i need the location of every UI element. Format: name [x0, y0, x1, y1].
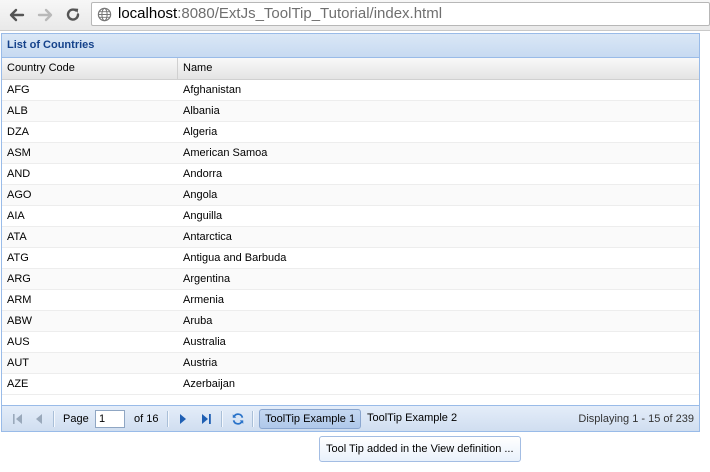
page-label: Page [63, 413, 89, 425]
url-path: :8080/ExtJs_ToolTip_Tutorial/index.html [177, 5, 443, 22]
url-text: localhost:8080/ExtJs_ToolTip_Tutorial/in… [118, 5, 442, 23]
tooltip-example-1-button[interactable]: ToolTip Example 1 [259, 409, 362, 429]
grid-body: AFG Afghanistan ALB Albania DZA Algeria ASM Ame… [2, 80, 699, 395]
first-page-icon[interactable] [10, 412, 26, 426]
cell-country-name: American Samoa [183, 147, 268, 159]
cell-country-name: Austria [183, 357, 218, 369]
cell-country-code: ALB [7, 105, 28, 117]
address-bar[interactable]: localhost:8080/ExtJs_ToolTip_Tutorial/in… [91, 2, 710, 26]
toolbar-separator [53, 411, 55, 427]
displaying-count: Displaying 1 - 15 of 239 [578, 413, 694, 425]
table-row[interactable]: AIA Anguilla [2, 206, 699, 227]
table-row[interactable]: ATA Antarctica [2, 227, 699, 248]
reload-button[interactable] [62, 4, 84, 26]
paging-toolbar: Page of 16 ToolTip Example 1 ToolTip Exa… [2, 405, 699, 431]
cell-country-name: Azerbaijan [183, 378, 235, 390]
globe-icon [97, 7, 112, 22]
cell-country-name: Anguilla [183, 210, 223, 222]
grid-column-headers: Country Code Name [2, 58, 699, 80]
table-row[interactable]: AGO Angola [2, 185, 699, 206]
forward-button[interactable] [34, 4, 56, 26]
cell-country-name: Antarctica [183, 231, 232, 243]
cell-country-name: Albania [183, 105, 220, 117]
table-row[interactable]: ALB Albania [2, 101, 699, 122]
cell-country-name: Angola [183, 189, 218, 201]
cell-country-code: AGO [7, 189, 32, 201]
cell-country-code: AUS [7, 336, 30, 348]
toolbar-separator [221, 411, 223, 427]
next-page-icon[interactable] [175, 412, 191, 426]
cell-country-code: DZA [7, 126, 29, 138]
cell-country-name: Aruba [183, 315, 213, 327]
back-button[interactable] [6, 4, 28, 26]
table-row[interactable]: DZA Algeria [2, 122, 699, 143]
table-row[interactable]: ARM Armenia [2, 290, 699, 311]
reload-icon [66, 8, 80, 21]
page-number-input[interactable] [95, 410, 125, 428]
table-row[interactable]: AUT Austria [2, 353, 699, 374]
cell-country-code: ASM [7, 147, 31, 159]
panel-header: List of Countries [2, 34, 699, 58]
toolbar-separator [167, 411, 169, 427]
table-row[interactable]: ARG Argentina [2, 269, 699, 290]
table-row[interactable]: AZE Azerbaijan [2, 374, 699, 395]
cell-country-code: AZE [7, 378, 29, 390]
url-host: localhost [118, 5, 178, 22]
column-header-name[interactable]: Name [178, 58, 699, 79]
table-row[interactable]: ATG Antigua and Barbuda [2, 248, 699, 269]
cell-country-code: ARM [7, 294, 32, 306]
forward-arrow-icon [37, 8, 53, 22]
browser-toolbar: localhost:8080/ExtJs_ToolTip_Tutorial/in… [0, 0, 710, 31]
cell-country-name: Antigua and Barbuda [183, 252, 287, 264]
page-count-label: of 16 [134, 413, 159, 425]
cell-country-code: ABW [7, 315, 33, 327]
toolbar-separator [252, 411, 254, 427]
back-arrow-icon [9, 8, 25, 22]
cell-country-code: ARG [7, 273, 31, 285]
cell-country-name: Armenia [183, 294, 224, 306]
cell-country-name: Afghanistan [183, 84, 242, 96]
countries-grid-panel: List of Countries Country Code Name AFG A… [1, 33, 700, 432]
cell-country-code: AUT [7, 357, 29, 369]
cell-country-name: Argentina [183, 273, 231, 285]
table-row[interactable]: AUS Australia [2, 332, 699, 353]
table-row[interactable]: ABW Aruba [2, 311, 699, 332]
cell-country-name: Algeria [183, 126, 218, 138]
cell-country-code: ATA [7, 231, 27, 243]
panel-title: List of Countries [7, 39, 95, 51]
table-row[interactable]: AFG Afghanistan [2, 80, 699, 101]
tooltip-example-2-button[interactable]: ToolTip Example 2 [362, 409, 462, 429]
refresh-icon[interactable] [230, 412, 246, 426]
column-header-country-code[interactable]: Country Code [2, 58, 178, 79]
previous-page-icon[interactable] [31, 412, 47, 426]
cell-country-name: Australia [183, 336, 226, 348]
cell-country-name: Andorra [183, 168, 223, 180]
cell-country-code: AFG [7, 84, 30, 96]
table-row[interactable]: AND Andorra [2, 164, 699, 185]
cell-country-code: AIA [7, 210, 25, 222]
tooltip: Tool Tip added in the View definition ..… [319, 436, 521, 462]
table-row[interactable]: ASM American Samoa [2, 143, 699, 164]
last-page-icon[interactable] [198, 412, 214, 426]
cell-country-code: ATG [7, 252, 29, 264]
cell-country-code: AND [7, 168, 31, 180]
